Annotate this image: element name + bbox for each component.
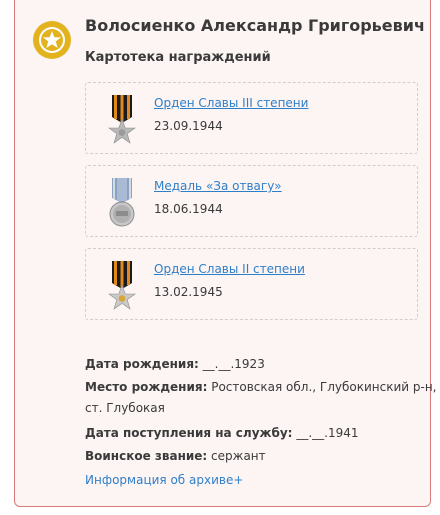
birth-place-row: Место рождения: Ростовская обл., Глубоки… bbox=[85, 380, 436, 394]
birth-place-row-continued: ст. Глубокая bbox=[85, 401, 165, 415]
birth-place-label: Место рождения: bbox=[85, 380, 208, 394]
award-date: 18.06.1944 bbox=[154, 202, 223, 216]
award-card: Орден Славы III степени 23.09.1944 bbox=[85, 82, 418, 154]
service-date-value: __.__.1941 bbox=[296, 426, 359, 440]
rank-value: сержант bbox=[211, 449, 266, 463]
birth-date-value: __.__.1923 bbox=[202, 357, 265, 371]
award-title-link[interactable]: Орден Славы III степени bbox=[154, 96, 308, 110]
service-date-row: Дата поступления на службу: __.__.1941 bbox=[85, 426, 358, 440]
birth-date-row: Дата рождения: __.__.1923 bbox=[85, 357, 265, 371]
birth-date-label: Дата рождения: bbox=[85, 357, 199, 371]
award-card: Медаль «За отвагу» 18.06.1944 bbox=[85, 165, 418, 237]
birth-place-value-continued: ст. Глубокая bbox=[85, 401, 165, 415]
award-title-link[interactable]: Медаль «За отвагу» bbox=[154, 179, 282, 193]
hero-star-badge-icon bbox=[32, 20, 72, 60]
award-date: 23.09.1944 bbox=[154, 119, 223, 133]
section-title: Картотека награждений bbox=[85, 50, 271, 65]
service-date-label: Дата поступления на службу: bbox=[85, 426, 293, 440]
award-title-link[interactable]: Орден Славы II степени bbox=[154, 262, 305, 276]
birth-place-value: Ростовская обл., Глубокинский р-н, bbox=[211, 380, 437, 394]
award-date: 13.02.1945 bbox=[154, 285, 223, 299]
person-name: Волосиенко Александр Григорьевич bbox=[85, 16, 425, 35]
rank-row: Воинское звание: сержант bbox=[85, 449, 266, 463]
archive-info-link[interactable]: Информация об архиве+ bbox=[85, 473, 243, 487]
rank-label: Воинское звание: bbox=[85, 449, 208, 463]
medal-for-courage-icon bbox=[108, 178, 136, 228]
order-of-glory-icon bbox=[108, 261, 136, 311]
person-card: Волосиенко Александр Григорьевич Картоте… bbox=[14, 0, 436, 507]
order-of-glory-icon bbox=[108, 95, 136, 145]
award-card: Орден Славы II степени 13.02.1945 bbox=[85, 248, 418, 320]
